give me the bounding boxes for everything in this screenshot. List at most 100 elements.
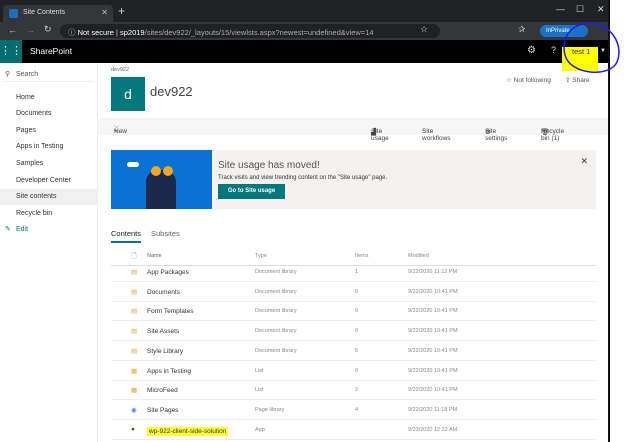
follow-button[interactable]: ☆ Not following [506, 76, 551, 84]
column-modified[interactable]: Modified [408, 253, 429, 259]
close-icon[interactable]: ✕ [580, 156, 588, 167]
list-icon: ▦ [131, 387, 138, 395]
url-host: sp2019 [120, 28, 145, 37]
item-modified: 9/22/2020 10:41 PM [408, 328, 458, 335]
item-modified: 9/22/2020 11:18 PM [408, 406, 458, 413]
search-box[interactable]: ⚲ Search [4, 68, 94, 82]
favorites-icon[interactable]: ✰ [518, 24, 526, 35]
item-modified: 9/22/2020 10:41 PM [408, 347, 458, 354]
site-usage-banner: Site usage has moved! Track visits and v… [111, 150, 596, 209]
nav-item-home[interactable]: Home [0, 90, 97, 106]
table-row[interactable]: ● wp-922-client-side-solution App 9/23/2… [111, 420, 596, 440]
new-button[interactable]: + New ⌵ [114, 123, 127, 135]
doc-library-icon: ▤ [131, 328, 138, 336]
url-input[interactable]: ⓘ Not secure | sp2019/sites/dev922/_layo… [60, 24, 440, 38]
nav-item-documents[interactable]: Documents [0, 106, 97, 122]
forward-icon[interactable]: → [26, 25, 35, 35]
app-icon: ● [131, 425, 135, 433]
item-type: Document library [255, 347, 297, 354]
app-launcher-icon[interactable]: ⋮⋮ [0, 40, 22, 63]
site-logo[interactable]: d [111, 77, 145, 111]
item-count: 1 [355, 269, 359, 275]
banner-title: Site usage has moved! [218, 160, 320, 171]
refresh-icon[interactable]: ↻ [44, 24, 52, 35]
nav-item-apps-in-testing[interactable]: Apps in Testing [0, 139, 97, 155]
tab-subsites[interactable]: Subsites [151, 229, 180, 238]
item-count: 0 [355, 367, 359, 374]
item-modified: 9/22/2020 10:41 PM [408, 387, 458, 394]
browser-tab[interactable]: Site Contents ✕ [3, 5, 113, 22]
command-bar: + New ⌵ ▟ Site usage ◌ Site workflows ⚙ … [98, 118, 608, 142]
close-tab-icon[interactable]: ✕ [101, 8, 108, 17]
site-title[interactable]: dev922 [150, 84, 193, 99]
doc-library-icon: ▤ [131, 347, 138, 355]
item-name-link[interactable]: MicroFeed [147, 387, 178, 394]
nav-item-site-contents[interactable]: Site contents [0, 189, 97, 205]
table-row[interactable]: ▦ MicroFeed List 2 9/22/2020 10:41 PM [111, 380, 596, 401]
binoculars-illustration [111, 150, 212, 209]
item-type: Document library [255, 328, 297, 335]
nav-edit-link[interactable]: ✎ Edit [0, 222, 97, 238]
table-row[interactable]: ▤ Documents Document library 0 9/22/2020… [111, 282, 596, 302]
item-name-link[interactable]: Style Library [147, 348, 183, 355]
table-row[interactable]: ◉ Site Pages Page library 4 9/22/2020 11… [111, 400, 596, 420]
address-bar-row: ← → ↻ ⓘ Not secure | sp2019/sites/dev922… [0, 22, 608, 40]
site-settings-label: Site settings [485, 128, 508, 142]
star-icon: ☆ [506, 77, 514, 84]
item-modified: 9/22/2020 10:41 PM [408, 367, 458, 374]
item-name-link[interactable]: Site Pages [147, 407, 178, 414]
column-name[interactable]: Name [147, 253, 162, 259]
file-type-icon: 🗋 [131, 253, 137, 260]
table-row[interactable]: ▦ Apps in Testing List 0 9/22/2020 10:41… [111, 361, 596, 381]
item-name-link[interactable]: Site Assets [147, 328, 179, 335]
back-icon[interactable]: ← [8, 25, 17, 35]
item-name-link[interactable]: Documents [147, 289, 180, 296]
app-name[interactable]: SharePoint [30, 46, 72, 56]
table-row[interactable]: ▤ Style Library Document library 5 9/22/… [111, 341, 596, 361]
item-name-link[interactable]: Apps in Testing [147, 368, 191, 375]
banner-description: Track visits and view trending content o… [218, 175, 388, 181]
item-name-link[interactable]: wp-922-client-side-solution [147, 426, 229, 436]
nav-item-developer-center[interactable]: Developer Center [0, 173, 97, 189]
item-name-link[interactable]: App Packages [147, 269, 189, 276]
button-label: Go to Site usage [227, 188, 276, 194]
item-count: 5 [355, 347, 359, 354]
item-modified: 9/23/2020 12:22 AM [408, 426, 458, 433]
nav-item-recycle-bin[interactable]: Recycle bin [0, 206, 97, 222]
table-row[interactable]: ▤ Form Templates Document library 0 9/22… [111, 301, 596, 322]
minimize-button[interactable]: — [556, 4, 565, 14]
site-logo-letter: d [124, 86, 132, 102]
nav-label: Documents [16, 110, 52, 117]
settings-gear-icon[interactable]: ⚙ [527, 45, 536, 56]
info-icon: ⓘ [68, 28, 78, 37]
tab-contents[interactable]: Contents [111, 229, 142, 243]
nav-item-pages[interactable]: Pages [0, 123, 97, 139]
table-row[interactable]: ▤ Site Assets Document library 0 9/22/20… [111, 321, 596, 342]
table-row[interactable]: ▤ App Packages Document library 1 9/22/2… [111, 262, 596, 282]
suite-bar: ⋮⋮ SharePoint ⚙ ? test 1 ▼ [0, 40, 608, 71]
site-workflows-label: Site workflows [422, 128, 451, 142]
doc-library-icon: ▤ [131, 288, 138, 296]
nav-label: Site contents [16, 193, 57, 200]
go-to-site-usage-button[interactable]: Go to Site usage [218, 184, 285, 199]
breadcrumb[interactable]: dev922 [111, 67, 129, 73]
nav-item-samples[interactable]: Samples [0, 156, 97, 172]
not-secure-label: Not secure [77, 28, 114, 37]
item-count: 2 [355, 387, 359, 394]
column-items[interactable]: Items [355, 253, 368, 259]
column-type[interactable]: Type [255, 253, 267, 259]
page-library-icon: ◉ [131, 406, 137, 414]
new-tab-button[interactable]: + [118, 4, 125, 18]
sharepoint-favicon-icon [9, 9, 18, 18]
pencil-icon: ✎ [5, 226, 11, 233]
maximize-button[interactable]: ☐ [576, 4, 584, 15]
close-window-button[interactable]: ✕ [597, 4, 605, 15]
tab-strip: Site Contents ✕ + — ☐ ✕ [0, 0, 608, 22]
item-name-link[interactable]: Form Templates [147, 308, 193, 315]
url-path: /sites/dev922/_layouts/15/viewlsts.aspx?… [144, 28, 374, 37]
nav-label: Developer Center [16, 177, 71, 184]
favorite-star-icon[interactable]: ☆ [420, 24, 428, 35]
site-usage-label: Site usage [371, 128, 389, 142]
tab-title: Site Contents [23, 9, 66, 16]
recycle-bin-label: Recycle bin (1) [541, 128, 565, 142]
